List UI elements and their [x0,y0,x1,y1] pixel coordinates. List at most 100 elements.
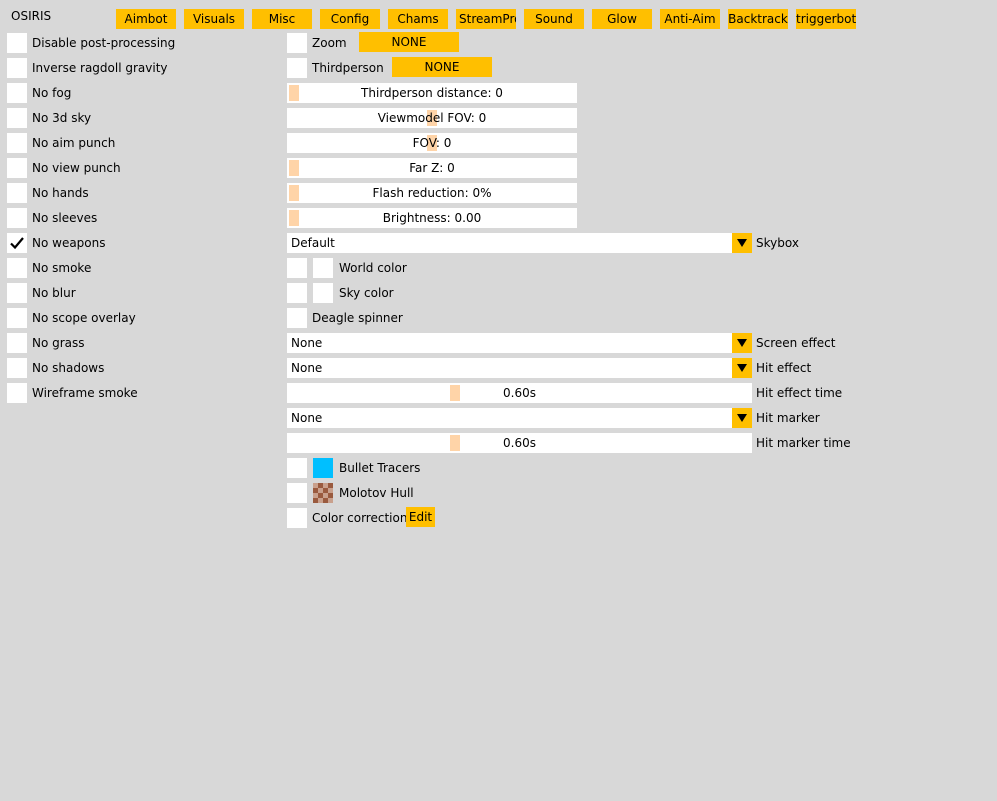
slider-brightness[interactable]: Brightness: 0.00 [287,208,577,228]
hit-effect-combo[interactable]: None [287,358,752,378]
slider-value: Viewmodel FOV: 0 [377,111,487,125]
checkbox-no-blur[interactable] [7,283,27,303]
label-no-view-punch: No view punch [32,161,121,175]
label-skybox: Skybox [756,236,799,250]
skybox-combo[interactable]: Default [287,233,752,253]
label-zoom: Zoom [312,36,347,50]
checkbox-no-sleeves[interactable] [7,208,27,228]
bullet-tracers-color-swatch[interactable] [313,458,333,478]
checkbox-no-smoke[interactable] [7,258,27,278]
slider-value: FOV: 0 [412,136,452,150]
checkbox-world-color[interactable] [287,258,307,278]
molotov-hull-color-swatch[interactable] [313,483,333,503]
checkbox-no-aim-punch[interactable] [7,133,27,153]
checkbox-thirdperson[interactable] [287,58,307,78]
slider-value: Thirdperson distance: 0 [361,86,503,100]
combo-value: None [291,336,323,350]
checkbox-inverse-ragdoll-gravity[interactable] [7,58,27,78]
tab-anti-aim[interactable]: Anti-Aim [660,9,720,29]
dropdown-arrow-icon[interactable] [732,333,752,353]
zoom-keybind-button[interactable]: NONE [359,32,459,52]
dropdown-arrow-icon[interactable] [732,233,752,253]
tab-chams[interactable]: Chams [388,9,448,29]
dropdown-arrow-icon[interactable] [732,408,752,428]
label-no-blur: No blur [32,286,76,300]
label-sky-color: Sky color [339,286,394,300]
checkbox-no-weapons[interactable] [7,233,27,253]
tab-aimbot[interactable]: Aimbot [116,9,176,29]
slider-viewmodel-fov[interactable]: Viewmodel FOV: 0 [287,108,577,128]
color-correction-edit-button[interactable]: Edit [406,507,435,527]
tab-triggerbot[interactable]: triggerbot [796,9,856,29]
checkbox-bullet-tracers[interactable] [287,458,307,478]
combo-value: None [291,411,323,425]
label-no-weapons: No weapons [32,236,106,250]
slider-value: 0.60s [503,386,536,400]
label-no-hands: No hands [32,186,89,200]
checkbox-wireframe-smoke[interactable] [7,383,27,403]
label-no-aim-punch: No aim punch [32,136,116,150]
checkbox-no-3d-sky[interactable] [7,108,27,128]
combo-value: Default [291,236,335,250]
tab-misc[interactable]: Misc [252,9,312,29]
label-no-3d-sky: No 3d sky [32,111,92,125]
slider-value: Flash reduction: 0% [372,186,492,200]
tab-visuals[interactable]: Visuals [184,9,244,29]
slider-hit-effect-time[interactable]: 0.60s [287,383,752,403]
label-bullet-tracers: Bullet Tracers [339,461,421,475]
label-deagle-spinner: Deagle spinner [312,311,403,325]
checkbox-zoom[interactable] [287,33,307,53]
dropdown-arrow-icon[interactable] [732,358,752,378]
slider-flash-reduction[interactable]: Flash reduction: 0% [287,183,577,203]
label-disable-post-processing: Disable post-processing [32,36,176,50]
label-no-scope-overlay: No scope overlay [32,311,136,325]
label-hit-effect-time: Hit effect time [756,386,843,400]
tab-backtrack[interactable]: Backtrack [728,9,788,29]
label-color-correction: Color correction [312,511,408,525]
tab-streamproof[interactable]: StreamProof [456,9,516,29]
checkbox-disable-post-processing[interactable] [7,33,27,53]
hit-marker-combo[interactable]: None [287,408,752,428]
checkbox-no-view-punch[interactable] [7,158,27,178]
sky-color-swatch[interactable] [313,283,333,303]
slider-thirdperson-distance[interactable]: Thirdperson distance: 0 [287,83,577,103]
world-color-swatch[interactable] [313,258,333,278]
slider-value: Far Z: 0 [409,161,455,175]
label-world-color: World color [339,261,407,275]
label-screen-effect: Screen effect [756,336,836,350]
checkbox-no-hands[interactable] [7,183,27,203]
label-hit-effect: Hit effect [756,361,812,375]
label-no-smoke: No smoke [32,261,92,275]
label-no-shadows: No shadows [32,361,105,375]
checkbox-no-shadows[interactable] [7,358,27,378]
label-no-fog: No fog [32,86,72,100]
slider-value: Brightness: 0.00 [382,211,482,225]
checkbox-molotov-hull[interactable] [287,483,307,503]
checkbox-no-grass[interactable] [7,333,27,353]
label-no-grass: No grass [32,336,85,350]
label-thirdperson: Thirdperson [312,61,384,75]
label-molotov-hull: Molotov Hull [339,486,414,500]
label-no-sleeves: No sleeves [32,211,98,225]
slider-hit-marker-time[interactable]: 0.60s [287,433,752,453]
tab-sound[interactable]: Sound [524,9,584,29]
label-inverse-ragdoll-gravity: Inverse ragdoll gravity [32,61,168,75]
thirdperson-keybind-button[interactable]: NONE [392,57,492,77]
label-hit-marker: Hit marker [756,411,820,425]
slider-fov[interactable]: FOV: 0 [287,133,577,153]
tab-config[interactable]: Config [320,9,380,29]
label-wireframe-smoke: Wireframe smoke [32,386,138,400]
checkbox-no-fog[interactable] [7,83,27,103]
label-hit-marker-time: Hit marker time [756,436,851,450]
checkbox-no-scope-overlay[interactable] [7,308,27,328]
checkbox-sky-color[interactable] [287,283,307,303]
slider-value: 0.60s [503,436,536,450]
checkmark-icon [10,237,24,250]
checkbox-color-correction[interactable] [287,508,307,528]
checkbox-deagle-spinner[interactable] [287,308,307,328]
screen-effect-combo[interactable]: None [287,333,752,353]
combo-value: None [291,361,323,375]
tab-glow[interactable]: Glow [592,9,652,29]
tab-bar: Aimbot Visuals Misc Config Chams StreamP… [0,9,997,29]
slider-far-z[interactable]: Far Z: 0 [287,158,577,178]
